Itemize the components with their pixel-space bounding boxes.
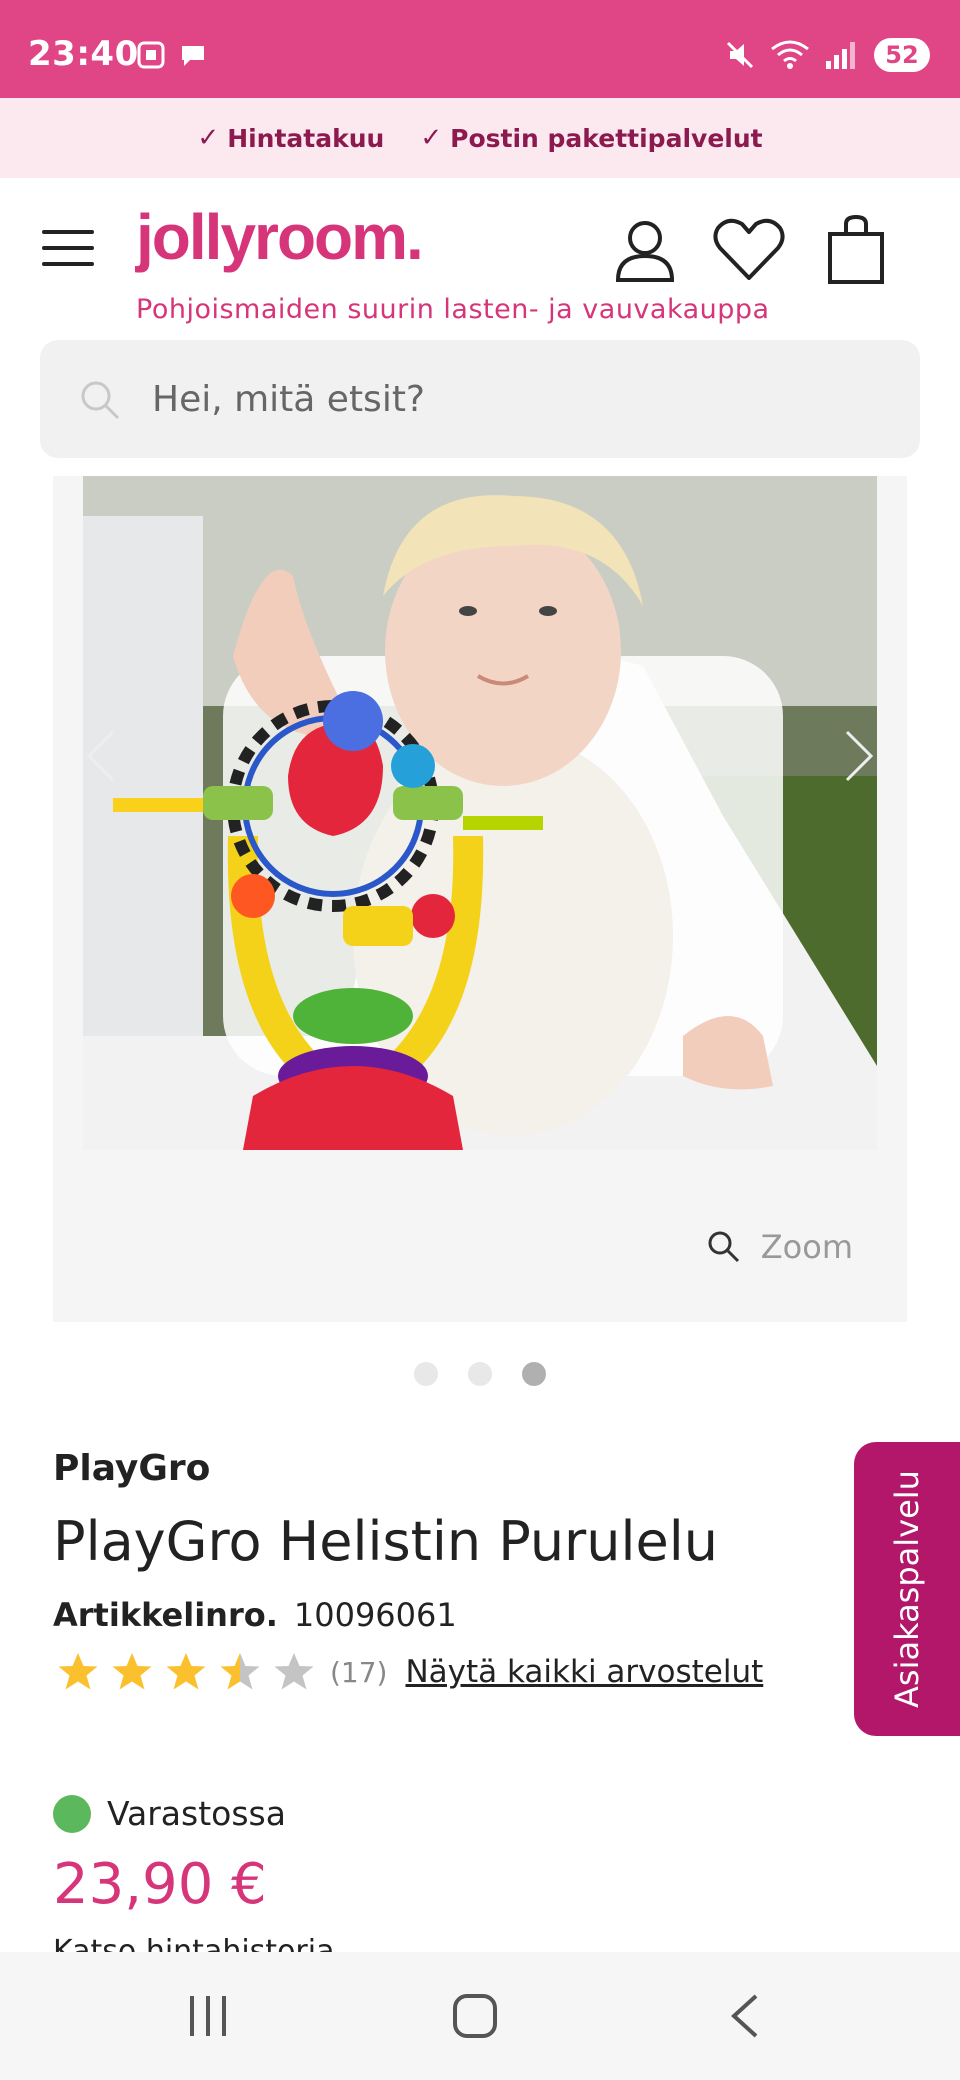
account-icon[interactable] — [614, 218, 676, 284]
android-navigation-bar — [0, 1952, 960, 2080]
stock-label: Varastossa — [107, 1794, 286, 1833]
half-star-icon — [220, 1653, 260, 1690]
home-icon[interactable] — [452, 1992, 498, 2040]
rating-count: (17) — [330, 1655, 388, 1689]
check-icon: ✓ — [420, 123, 443, 153]
gallery-pagination — [0, 1362, 960, 1386]
gallery-dot-active[interactable] — [522, 1362, 546, 1386]
product-title: PlayGro Helistin Purulelu — [53, 1510, 718, 1573]
shopping-bag-icon[interactable] — [826, 214, 886, 286]
search-bar — [40, 340, 920, 458]
status-icons-right: 52 — [724, 38, 930, 72]
logo[interactable]: jollyroom. — [136, 200, 424, 274]
usp-label: Hintatakuu — [227, 123, 385, 153]
search-icon — [81, 381, 120, 420]
usp-label: Postin pakettipalvelut — [450, 123, 763, 153]
hamburger-menu-icon[interactable] — [42, 230, 94, 270]
gallery-dot[interactable] — [468, 1362, 492, 1386]
wishlist-heart-icon[interactable] — [712, 218, 786, 284]
empty-star-icon — [274, 1653, 314, 1690]
back-icon[interactable] — [726, 1992, 762, 2040]
in-stock-indicator — [53, 1794, 91, 1833]
usp-item: ✓ Postin pakettipalvelut — [420, 123, 762, 153]
product-price: 23,90 € — [53, 1852, 267, 1917]
usp-bar: ✓ Hintatakuu ✓ Postin pakettipalvelut — [0, 98, 960, 178]
screenshot-icon — [137, 41, 165, 69]
signal-icon — [826, 42, 855, 69]
star-icon — [58, 1653, 98, 1690]
previous-image-arrow-icon[interactable] — [81, 726, 121, 786]
tagline: Pohjoismaiden suurin lasten- ja vauvakau… — [136, 294, 770, 325]
customer-service-tab[interactable]: Asiakaspalvelu — [854, 1442, 960, 1736]
show-all-reviews-link[interactable]: Näytä kaikki arvostelut — [405, 1654, 763, 1690]
product-sku: Artikkelinro. 10096061 — [53, 1596, 457, 1634]
sku-label: Artikkelinro. — [53, 1596, 278, 1634]
customer-service-label: Asiakaspalvelu — [888, 1470, 927, 1708]
status-icons-left — [136, 40, 208, 70]
stock-status: Varastossa — [53, 1794, 286, 1833]
zoom-button[interactable]: Zoom — [707, 1228, 853, 1266]
rating-row: (17) Näytä kaikki arvostelut — [56, 1650, 763, 1694]
product-image[interactable] — [83, 476, 877, 1150]
magnifier-icon — [708, 1231, 739, 1263]
search-input[interactable] — [152, 370, 892, 428]
gallery-dot[interactable] — [414, 1362, 438, 1386]
wifi-icon — [771, 40, 809, 69]
zoom-label: Zoom — [760, 1228, 853, 1266]
star-icon — [166, 1653, 206, 1690]
usp-item: ✓ Hintatakuu — [197, 123, 384, 153]
recent-apps-icon[interactable] — [186, 1992, 230, 2040]
star-icon — [112, 1653, 152, 1690]
status-time: 23:40 — [28, 34, 139, 74]
mute-icon — [726, 41, 754, 69]
chat-icon — [182, 46, 204, 66]
battery-indicator: 52 — [874, 38, 930, 72]
status-bar: 23:40 52 — [0, 0, 960, 98]
product-brand[interactable]: PlayGro — [53, 1448, 210, 1489]
site-header: jollyroom. Pohjoismaiden suurin lasten- … — [0, 178, 960, 338]
next-image-arrow-icon[interactable] — [839, 726, 879, 786]
sku-value: 10096061 — [293, 1596, 457, 1634]
product-gallery: Zoom — [53, 476, 907, 1322]
check-icon: ✓ — [197, 123, 220, 153]
